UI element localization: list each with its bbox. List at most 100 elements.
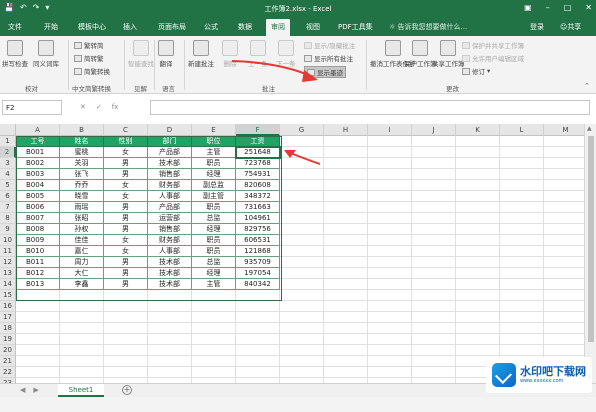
table-cell[interactable]: 经理: [192, 224, 236, 235]
tab-home[interactable]: 开始: [44, 22, 58, 32]
column-header[interactable]: L: [500, 124, 544, 136]
row-header[interactable]: 15: [0, 290, 16, 301]
tab-page-layout[interactable]: 页面布局: [158, 22, 186, 32]
add-sheet-button[interactable]: +: [122, 385, 132, 395]
table-cell[interactable]: 职员: [192, 246, 236, 257]
show-hide-comment-button[interactable]: 显示/隐藏批注: [304, 40, 355, 50]
table-cell[interactable]: B013: [16, 279, 60, 290]
table-cell[interactable]: 副主管: [192, 191, 236, 202]
to-simplified-button[interactable]: 繁转简: [74, 40, 104, 50]
row-header[interactable]: 19: [0, 334, 16, 345]
table-cell[interactable]: 男: [104, 224, 148, 235]
table-cell[interactable]: 女: [104, 235, 148, 246]
table-cell[interactable]: 男: [104, 158, 148, 169]
name-box[interactable]: F2: [2, 100, 62, 115]
table-header-cell[interactable]: 部门: [148, 136, 192, 147]
tab-data[interactable]: 数据: [238, 22, 252, 32]
table-cell[interactable]: 104961: [236, 213, 280, 224]
table-cell[interactable]: 产品部: [148, 202, 192, 213]
row-header[interactable]: 17: [0, 312, 16, 323]
minimize-button[interactable]: –: [546, 3, 550, 12]
table-cell[interactable]: 经理: [192, 169, 236, 180]
select-all-corner[interactable]: [0, 124, 16, 136]
table-cell[interactable]: 技术部: [148, 268, 192, 279]
table-cell[interactable]: 男: [104, 202, 148, 213]
table-header-cell[interactable]: 职位: [192, 136, 236, 147]
table-cell[interactable]: B004: [16, 180, 60, 191]
table-cell[interactable]: 经理: [192, 268, 236, 279]
table-cell[interactable]: 606531: [236, 235, 280, 246]
vertical-scrollbar[interactable]: ▲ ▼: [584, 124, 596, 386]
table-cell[interactable]: 技术部: [148, 279, 192, 290]
row-header[interactable]: 8: [0, 213, 16, 224]
table-cell[interactable]: 754931: [236, 169, 280, 180]
column-header[interactable]: M: [544, 124, 588, 136]
table-cell[interactable]: 总监: [192, 213, 236, 224]
table-cell[interactable]: 人事部: [148, 191, 192, 202]
table-cell[interactable]: 晓雪: [60, 191, 104, 202]
table-header-cell[interactable]: 性别: [104, 136, 148, 147]
table-cell[interactable]: B007: [16, 213, 60, 224]
table-cell[interactable]: 935709: [236, 257, 280, 268]
table-cell[interactable]: 121868: [236, 246, 280, 257]
table-cell[interactable]: 蜜桃: [60, 147, 104, 158]
table-cell[interactable]: 主管: [192, 279, 236, 290]
table-cell[interactable]: B003: [16, 169, 60, 180]
table-cell[interactable]: 技术部: [148, 257, 192, 268]
conversion-button[interactable]: 简繁转换: [74, 66, 110, 76]
table-cell[interactable]: 李鑫: [60, 279, 104, 290]
table-cell[interactable]: B012: [16, 268, 60, 279]
row-header[interactable]: 21: [0, 356, 16, 367]
table-cell[interactable]: 男: [104, 279, 148, 290]
table-cell[interactable]: 251648: [235, 146, 281, 159]
table-cell[interactable]: 731663: [236, 202, 280, 213]
column-header[interactable]: F: [236, 124, 280, 136]
column-header[interactable]: I: [368, 124, 412, 136]
table-cell[interactable]: B001: [16, 147, 60, 158]
row-header[interactable]: 1: [0, 136, 16, 147]
row-header[interactable]: 5: [0, 180, 16, 191]
column-header[interactable]: D: [148, 124, 192, 136]
table-cell[interactable]: 女: [104, 180, 148, 191]
table-cell[interactable]: 技术部: [148, 158, 192, 169]
row-header[interactable]: 10: [0, 235, 16, 246]
table-cell[interactable]: 348372: [236, 191, 280, 202]
table-cell[interactable]: 财务部: [148, 180, 192, 191]
table-cell[interactable]: 820608: [236, 180, 280, 191]
row-header[interactable]: 11: [0, 246, 16, 257]
column-header[interactable]: K: [456, 124, 500, 136]
table-cell[interactable]: 大仁: [60, 268, 104, 279]
close-button[interactable]: ✕: [585, 3, 592, 12]
column-header[interactable]: J: [412, 124, 456, 136]
fx-icon[interactable]: fx: [112, 103, 119, 111]
row-header[interactable]: 18: [0, 323, 16, 334]
row-header[interactable]: 13: [0, 268, 16, 279]
tell-me-search[interactable]: ☼ 告诉我您想要做什么...: [389, 22, 467, 32]
protect-and-share-button[interactable]: 保护并共享工作簿: [462, 40, 524, 50]
translate-button[interactable]: 翻译: [158, 40, 174, 68]
table-cell[interactable]: 197054: [236, 268, 280, 279]
column-header[interactable]: A: [16, 124, 60, 136]
smart-lookup-button[interactable]: 智能查找: [128, 40, 154, 68]
table-cell[interactable]: 职员: [192, 158, 236, 169]
row-header[interactable]: 6: [0, 191, 16, 202]
table-cell[interactable]: 雨瑶: [60, 202, 104, 213]
table-cell[interactable]: B010: [16, 246, 60, 257]
table-cell[interactable]: 男: [104, 257, 148, 268]
table-cell[interactable]: B008: [16, 224, 60, 235]
login-link[interactable]: 登录: [530, 22, 544, 32]
to-traditional-button[interactable]: 简转繁: [74, 53, 104, 63]
table-cell[interactable]: 乔乔: [60, 180, 104, 191]
table-cell[interactable]: 723768: [236, 158, 280, 169]
table-cell[interactable]: 财务部: [148, 235, 192, 246]
enter-icon[interactable]: ✓: [96, 103, 102, 111]
row-header[interactable]: 9: [0, 224, 16, 235]
table-cell[interactable]: B002: [16, 158, 60, 169]
table-cell[interactable]: 副总监: [192, 180, 236, 191]
table-cell[interactable]: 销售部: [148, 169, 192, 180]
share-button[interactable]: ☺共享: [560, 22, 581, 32]
table-cell[interactable]: 佳佳: [60, 235, 104, 246]
tab-view[interactable]: 视图: [306, 22, 320, 32]
table-cell[interactable]: B006: [16, 202, 60, 213]
table-cell[interactable]: B009: [16, 235, 60, 246]
